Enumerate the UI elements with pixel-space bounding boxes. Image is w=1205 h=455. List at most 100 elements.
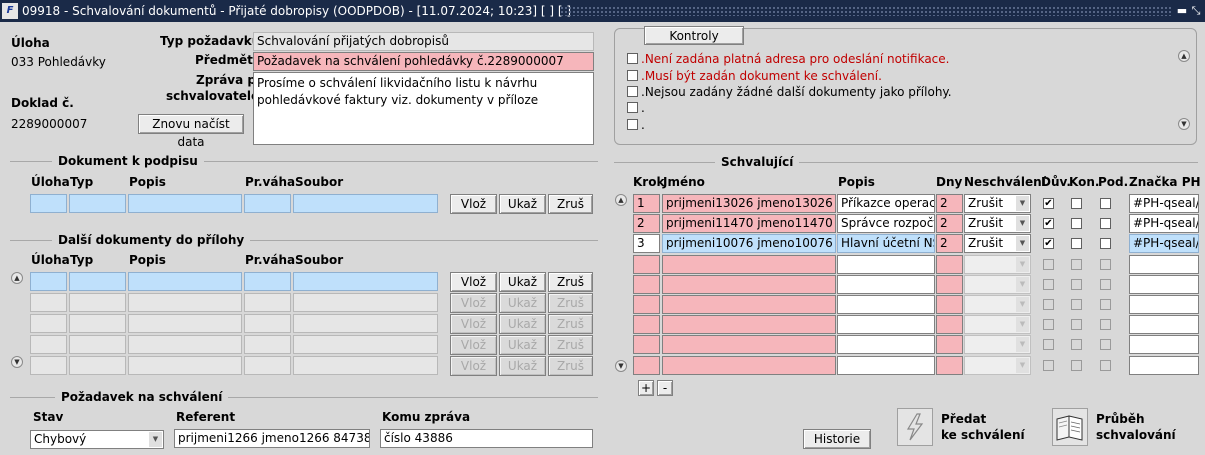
jmeno-cell[interactable] — [662, 315, 836, 335]
znacka-cell[interactable] — [1129, 315, 1199, 335]
dalsi-ukaz-button[interactable]: Ukaž — [499, 293, 546, 313]
dalsi-cell[interactable] — [128, 272, 242, 291]
krok-cell[interactable] — [633, 335, 660, 355]
dny-cell[interactable]: 2 — [936, 234, 963, 254]
kon-checkbox[interactable] — [1071, 278, 1082, 290]
neschvaleni-select[interactable]: Zrušit ▼ — [964, 234, 1031, 254]
dny-cell[interactable]: 2 — [936, 214, 963, 234]
duv-checkbox[interactable] — [1043, 319, 1054, 331]
kon-checkbox[interactable] — [1071, 299, 1082, 310]
scroll-down-icon[interactable]: ▼ — [615, 360, 627, 372]
popis-cell[interactable]: Správce rozpočtu — [837, 214, 935, 234]
dalsi-vloz-button[interactable]: Vlož — [450, 356, 497, 376]
dalsi-cell[interactable] — [30, 335, 67, 354]
kontrola-checkbox-2[interactable] — [627, 70, 638, 81]
popis-cell[interactable]: Příkazce operace — [837, 194, 935, 213]
dalsi-cell[interactable] — [30, 314, 67, 333]
minimize-button[interactable]: ▬ — [1175, 3, 1189, 19]
dny-cell[interactable] — [936, 254, 963, 274]
pod-checkbox[interactable] — [1100, 218, 1111, 230]
doc-zrus-button[interactable]: Zruš — [548, 194, 593, 214]
dalsi-cell[interactable] — [293, 293, 438, 312]
znacka-cell[interactable]: #PH-qseal/ — [1129, 234, 1199, 254]
dalsi-ukaz-button[interactable]: Ukaž — [499, 314, 546, 334]
pod-checkbox[interactable] — [1100, 339, 1111, 351]
zprava-textarea[interactable]: Prosíme o schválení likvidačního listu k… — [253, 72, 594, 145]
dalsi-cell[interactable] — [293, 272, 438, 291]
kontrola-checkbox-5[interactable] — [627, 119, 638, 130]
predmet-field[interactable]: Požadavek na schválení pohledávky č.2289… — [253, 52, 594, 71]
komu-field[interactable]: číslo 43886 — [380, 429, 593, 448]
dalsi-cell[interactable] — [293, 314, 438, 333]
predat-label-2[interactable]: ke schválení — [941, 428, 1025, 442]
doc-ukaz-button[interactable]: Ukaž — [499, 194, 546, 214]
scroll-up-icon[interactable]: ▲ — [615, 194, 627, 206]
add-row-button[interactable]: + — [638, 380, 654, 396]
window-title-bar[interactable]: F 09918 - Schvalování dokumentů - Přijat… — [0, 0, 1205, 22]
popis-cell[interactable] — [837, 335, 935, 355]
doc-uloha-field[interactable] — [30, 194, 67, 213]
neschvaleni-select[interactable]: Zrušit ▼ — [964, 214, 1031, 234]
duv-checkbox[interactable] — [1043, 359, 1054, 371]
predat-label-1[interactable]: Předat — [941, 412, 986, 426]
pod-checkbox[interactable] — [1100, 258, 1111, 270]
kontrola-checkbox-3[interactable] — [627, 86, 638, 97]
neschvaleni-select[interactable]: Zrušit ▼ — [964, 194, 1031, 213]
reload-data-button[interactable]: Znovu načíst data — [138, 114, 244, 149]
jmeno-cell[interactable] — [662, 254, 836, 274]
dalsi-cell[interactable] — [293, 335, 438, 354]
znacka-cell[interactable] — [1129, 274, 1199, 294]
duv-checkbox[interactable]: ✔ — [1043, 238, 1054, 250]
dalsi-cell[interactable] — [69, 272, 126, 291]
kontroly-button[interactable]: Kontroly — [644, 26, 744, 45]
krok-cell[interactable]: 1 — [633, 194, 660, 213]
dalsi-zrus-button[interactable]: Zruš — [548, 293, 593, 313]
duv-checkbox[interactable] — [1043, 339, 1054, 351]
popis-cell[interactable] — [837, 355, 935, 375]
kon-checkbox[interactable] — [1071, 339, 1082, 351]
popis-cell[interactable] — [837, 254, 935, 274]
pod-checkbox[interactable] — [1100, 198, 1111, 209]
dalsi-cell[interactable] — [293, 356, 438, 375]
historie-button[interactable]: Historie — [803, 429, 871, 449]
dny-cell[interactable] — [936, 355, 963, 375]
jmeno-cell[interactable] — [662, 295, 836, 314]
doc-typ-field[interactable] — [69, 194, 126, 213]
neschvaleni-select[interactable]: ▼ — [964, 315, 1031, 335]
jmeno-cell[interactable]: prijmeni10076 jmeno10076 12 — [662, 234, 836, 254]
scroll-down-icon[interactable]: ▼ — [1178, 118, 1190, 130]
pod-checkbox[interactable] — [1100, 359, 1111, 371]
jmeno-cell[interactable] — [662, 355, 836, 375]
dalsi-vloz-button[interactable]: Vlož — [450, 335, 497, 355]
dalsi-scrollbar[interactable]: ▲ ▼ — [10, 272, 24, 372]
duv-checkbox[interactable]: ✔ — [1043, 218, 1054, 230]
znacka-cell[interactable] — [1129, 355, 1199, 375]
dalsi-ukaz-button[interactable]: Ukaž — [499, 356, 546, 376]
dny-cell[interactable] — [936, 295, 963, 314]
dalsi-cell[interactable] — [128, 314, 242, 333]
dalsi-vloz-button[interactable]: Vlož — [450, 314, 497, 334]
znacka-cell[interactable]: #PH-qseal/ — [1129, 214, 1199, 234]
dalsi-cell[interactable] — [69, 335, 126, 354]
referent-field[interactable]: prijmeni1266 jmeno1266 8473836 — [174, 429, 370, 448]
dalsi-cell[interactable] — [30, 356, 67, 375]
popis-cell[interactable] — [837, 315, 935, 335]
pod-checkbox[interactable] — [1100, 299, 1111, 310]
dalsi-cell[interactable] — [244, 314, 291, 333]
dalsi-cell[interactable] — [244, 335, 291, 354]
kon-checkbox[interactable] — [1071, 258, 1082, 270]
dalsi-cell[interactable] — [69, 314, 126, 333]
dalsi-cell[interactable] — [30, 293, 67, 312]
popis-cell[interactable] — [837, 295, 935, 314]
kontrola-checkbox-1[interactable] — [627, 53, 638, 64]
kon-checkbox[interactable] — [1071, 238, 1082, 250]
kontrola-checkbox-4[interactable] — [627, 102, 638, 113]
duv-checkbox[interactable] — [1043, 299, 1054, 310]
kon-checkbox[interactable] — [1071, 359, 1082, 371]
duv-checkbox[interactable] — [1043, 278, 1054, 290]
scroll-down-icon[interactable]: ▼ — [11, 356, 23, 368]
dalsi-cell[interactable] — [69, 293, 126, 312]
dalsi-ukaz-button[interactable]: Ukaž — [499, 272, 546, 292]
prubeh-button[interactable] — [1052, 408, 1088, 446]
stav-select[interactable]: Chybový ▼ — [30, 430, 164, 449]
